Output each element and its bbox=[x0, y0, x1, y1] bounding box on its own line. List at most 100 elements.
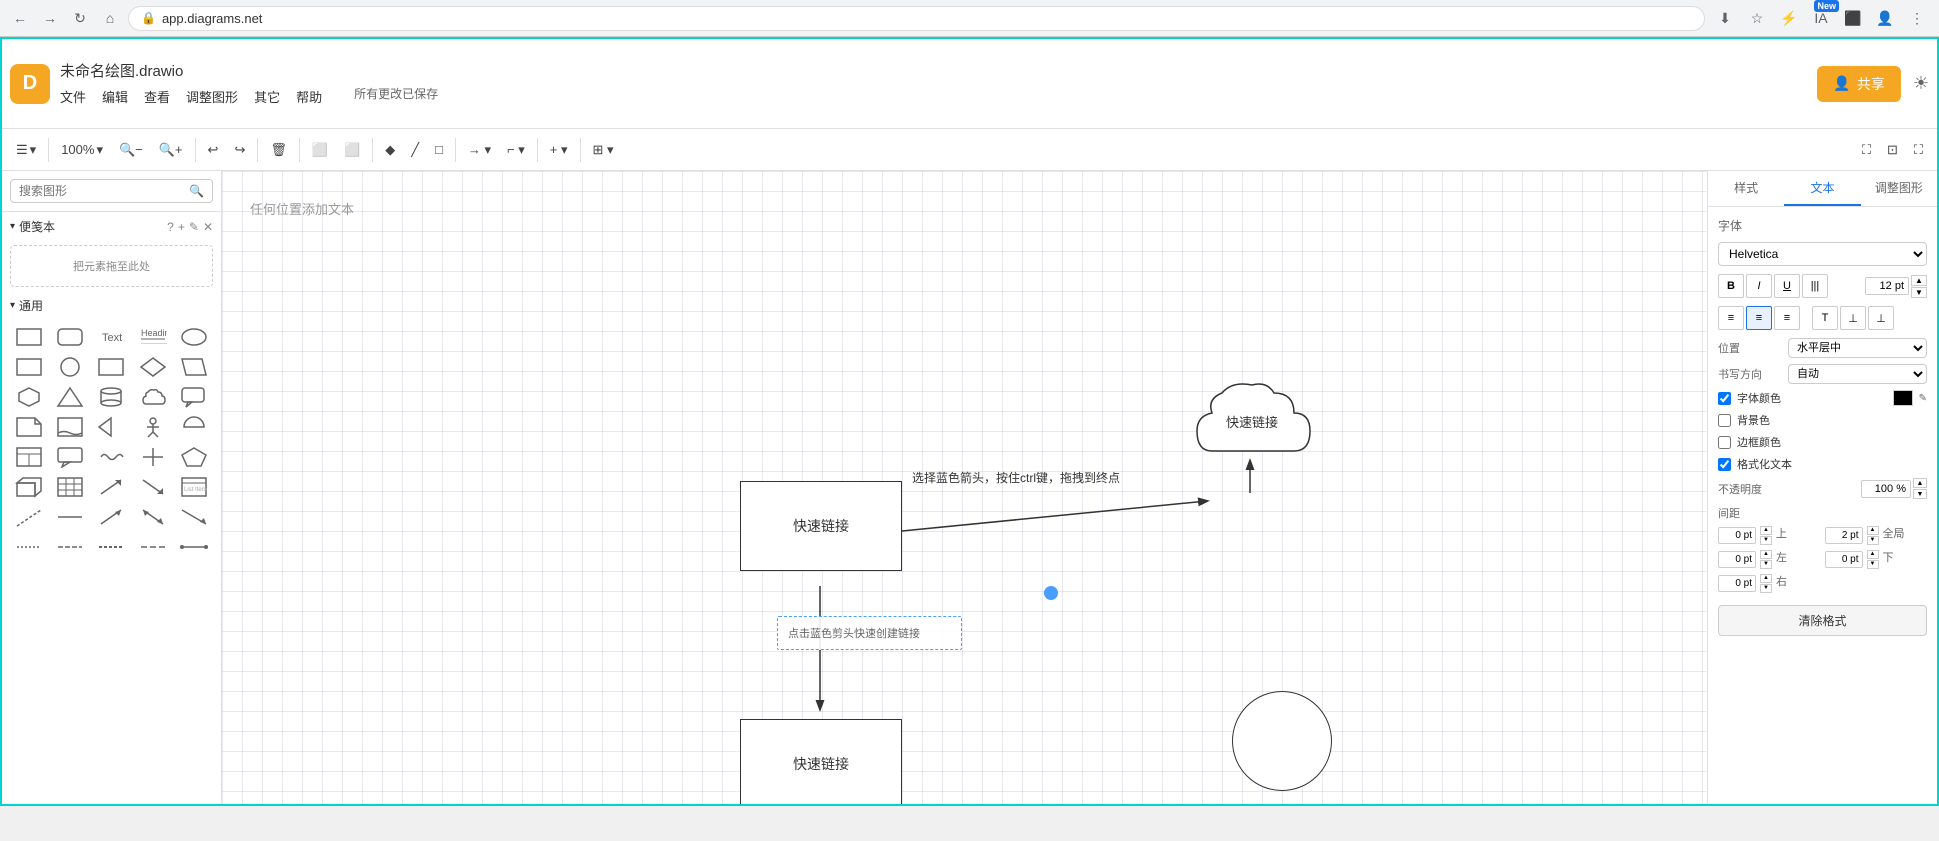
shape-table[interactable] bbox=[10, 444, 47, 470]
diagram-cloud[interactable]: 快速链接 bbox=[1182, 371, 1322, 471]
align-right-btn[interactable]: ≡ bbox=[1774, 306, 1800, 330]
shape-dash2[interactable] bbox=[51, 534, 88, 560]
menu-other[interactable]: 其它 bbox=[254, 85, 280, 108]
shape-outline-btn[interactable]: □ bbox=[429, 138, 449, 161]
restore-btn[interactable]: ⊡ bbox=[1881, 138, 1904, 162]
refresh-button[interactable]: ↻ bbox=[68, 6, 92, 30]
valign-middle-btn[interactable]: ⊥ bbox=[1840, 306, 1866, 330]
spacing-bottom-down[interactable]: ▼ bbox=[1867, 560, 1879, 569]
bg-color-checkbox[interactable] bbox=[1718, 414, 1731, 427]
opacity-up-btn[interactable]: ▲ bbox=[1913, 478, 1927, 488]
add-btn[interactable]: + ▾ bbox=[544, 138, 574, 162]
strikethrough-btn[interactable]: ||| bbox=[1802, 274, 1828, 298]
diagram-box-1[interactable]: 快速链接 bbox=[740, 481, 902, 571]
spacing-bottom-up[interactable]: ▲ bbox=[1867, 550, 1879, 559]
shape-triangle2[interactable] bbox=[93, 414, 130, 440]
edit-panel-icon[interactable]: ✎ bbox=[189, 220, 199, 234]
italic-btn[interactable]: I bbox=[1746, 274, 1772, 298]
shape-list[interactable]: List Item bbox=[176, 474, 213, 500]
shape-callout[interactable] bbox=[51, 444, 88, 470]
copy-style-btn[interactable]: ⬜ bbox=[306, 138, 334, 162]
shape-circle[interactable] bbox=[51, 354, 88, 380]
font-select[interactable]: Helvetica bbox=[1718, 242, 1927, 266]
add-panel-icon[interactable]: + bbox=[178, 220, 185, 234]
shape-doc[interactable] bbox=[51, 414, 88, 440]
shape-triangle[interactable] bbox=[51, 384, 88, 410]
shape-parallelogram[interactable] bbox=[176, 354, 213, 380]
shape-line5[interactable] bbox=[176, 504, 213, 530]
account-icon[interactable]: 👤 bbox=[1871, 4, 1899, 32]
opacity-input[interactable] bbox=[1861, 480, 1911, 498]
expand-btn[interactable]: ⛶ bbox=[1856, 138, 1877, 162]
canvas-area[interactable]: 任何位置添加文本 快速链接 快速链接 bbox=[222, 171, 1707, 804]
clear-format-btn[interactable]: 清除格式 bbox=[1718, 605, 1927, 636]
panel-header-general[interactable]: ▾ 通用 bbox=[2, 291, 221, 320]
spacing-right-input[interactable] bbox=[1718, 575, 1756, 592]
shape-dash3[interactable] bbox=[93, 534, 130, 560]
menu-view[interactable]: 查看 bbox=[144, 85, 170, 108]
tab-arrange[interactable]: 调整图形 bbox=[1861, 171, 1937, 206]
shape-note[interactable] bbox=[10, 414, 47, 440]
spacing-left-up[interactable]: ▲ bbox=[1760, 550, 1772, 559]
diagram-circle[interactable] bbox=[1232, 691, 1332, 791]
diagram-box-2[interactable]: 快速链接 bbox=[740, 719, 902, 804]
search-input[interactable] bbox=[19, 184, 185, 198]
redo-btn[interactable]: ↪ bbox=[228, 138, 251, 162]
spacing-top-up[interactable]: ▲ bbox=[1760, 526, 1772, 535]
shape-rect2[interactable] bbox=[10, 354, 47, 380]
panel-header-notepad[interactable]: ▾ 便笺本 ? + ✎ ✕ bbox=[2, 212, 221, 241]
shape-arrow-diag[interactable] bbox=[93, 474, 130, 500]
shape-rect[interactable] bbox=[10, 324, 47, 350]
valign-bottom-btn[interactable]: ⊥ bbox=[1868, 306, 1894, 330]
shape-line3[interactable] bbox=[93, 504, 130, 530]
download-icon[interactable]: ⬇ bbox=[1711, 4, 1739, 32]
spacing-top-input[interactable] bbox=[1718, 527, 1756, 544]
shape-connector[interactable] bbox=[176, 534, 213, 560]
close-panel-icon[interactable]: ✕ bbox=[203, 220, 213, 234]
spacing-right-down[interactable]: ▼ bbox=[1760, 584, 1772, 593]
spacing-bottom-input[interactable] bbox=[1825, 551, 1863, 568]
menu-help[interactable]: 帮助 bbox=[296, 85, 322, 108]
shape-hexagon[interactable] bbox=[10, 384, 47, 410]
spacing-top-down[interactable]: ▼ bbox=[1760, 536, 1772, 545]
shape-speech-bubble[interactable] bbox=[176, 384, 213, 410]
shape-line1[interactable] bbox=[10, 504, 47, 530]
delete-btn[interactable]: 🗑 bbox=[264, 138, 293, 162]
tab-style[interactable]: 样式 bbox=[1708, 171, 1784, 206]
spacing-global-up[interactable]: ▲ bbox=[1867, 526, 1879, 535]
connection-style-btn[interactable]: → ▾ bbox=[462, 138, 497, 162]
spacing-left-down[interactable]: ▼ bbox=[1760, 560, 1772, 569]
menu-icon[interactable]: ⋮ bbox=[1903, 4, 1931, 32]
opacity-down-btn[interactable]: ▼ bbox=[1913, 489, 1927, 499]
google-apps-icon[interactable]: ⬛ bbox=[1839, 4, 1867, 32]
blue-dot[interactable] bbox=[1044, 586, 1058, 600]
formatted-text-checkbox[interactable] bbox=[1718, 458, 1731, 471]
bold-btn[interactable]: B bbox=[1718, 274, 1744, 298]
shape-line2[interactable] bbox=[51, 504, 88, 530]
shape-cloud[interactable] bbox=[134, 384, 171, 410]
shape-arrow-diag2[interactable] bbox=[134, 474, 171, 500]
spacing-right-up[interactable]: ▲ bbox=[1760, 574, 1772, 583]
address-bar[interactable]: 🔒 app.diagrams.net bbox=[128, 6, 1705, 31]
bookmark-icon[interactable]: ☆ bbox=[1743, 4, 1771, 32]
shape-half-circle[interactable] bbox=[176, 414, 213, 440]
shape-rect-rounded[interactable] bbox=[51, 324, 88, 350]
home-button[interactable]: ⌂ bbox=[98, 6, 122, 30]
shape-cross[interactable] bbox=[134, 444, 171, 470]
font-size-up-btn[interactable]: ▲ bbox=[1911, 275, 1927, 286]
shape-actor[interactable] bbox=[134, 414, 171, 440]
forward-button[interactable]: → bbox=[38, 6, 62, 30]
position-select[interactable]: 水平层中 bbox=[1788, 338, 1927, 358]
fill-color-btn[interactable]: ◆ bbox=[379, 138, 401, 162]
shape-rect3[interactable] bbox=[93, 354, 130, 380]
shape-dash4[interactable] bbox=[134, 534, 171, 560]
spacing-global-down[interactable]: ▼ bbox=[1867, 536, 1879, 545]
valign-top-btn[interactable]: T bbox=[1812, 306, 1838, 330]
shape-pentagon[interactable] bbox=[176, 444, 213, 470]
shape-grid[interactable] bbox=[51, 474, 88, 500]
table-btn[interactable]: ⊞ ▾ bbox=[587, 138, 620, 162]
spacing-global-input[interactable] bbox=[1825, 527, 1863, 544]
line-color-btn[interactable]: ╱ bbox=[405, 138, 425, 162]
shape-line4[interactable] bbox=[134, 504, 171, 530]
align-left-btn[interactable]: ≡ bbox=[1718, 306, 1744, 330]
